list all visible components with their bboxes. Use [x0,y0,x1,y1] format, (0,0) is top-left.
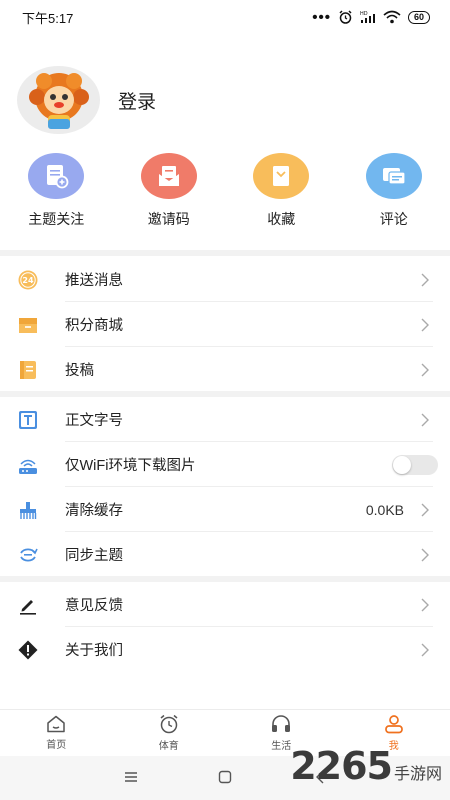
person-icon [384,715,403,734]
battery-icon: 60 [407,10,430,24]
watermark-text: 手游网 [393,766,442,783]
menu-label: 积分商城 [65,318,123,334]
chevron-right-icon [421,548,429,561]
chevron-right-icon [421,643,429,656]
menu-label: 清除缓存 [65,503,123,519]
profile-header[interactable]: 登录 [17,66,156,134]
quick-comments[interactable]: 评论 [338,153,450,229]
watermark-number: 2265 [290,744,393,788]
about-diamond-icon [17,639,39,661]
section-separator [0,250,450,256]
more-dots-icon: ••• [312,8,331,26]
quick-favorites[interactable]: 收藏 [225,153,338,229]
menu-lines-icon[interactable] [124,770,138,784]
tab-label: 生活 [271,741,292,752]
alarm-clock-icon [160,714,178,734]
alarm-status-icon [339,10,352,24]
svg-text:24: 24 [22,276,34,285]
menu-item-push-messages[interactable]: 24 推送消息 [0,257,450,302]
menu-label: 仅WiFi环境下载图片 [65,458,196,474]
tab-label: 体育 [158,741,179,752]
chevron-right-icon [421,318,429,331]
home-icon [47,715,65,733]
menu-label: 投稿 [65,363,94,379]
wifi-status-icon [383,10,401,24]
headphones-icon [272,715,291,732]
favorites-icon [253,153,310,199]
feedback-pen-icon [17,594,39,616]
menu-label: 正文字号 [65,413,123,429]
tab-label: 首页 [46,740,67,751]
submit-article-icon [17,359,39,381]
menu-item-wifi-only-images: 仅WiFi环境下载图片 [0,442,450,487]
menu-label: 意见反馈 [65,598,123,614]
wifi-only-toggle[interactable] [392,454,438,475]
quick-label: 邀请码 [147,211,190,227]
home-square-icon[interactable] [218,770,232,784]
font-size-icon [17,409,39,431]
tab-sports[interactable]: 体育 [113,710,226,756]
menu-label: 关于我们 [65,643,123,659]
push-24-icon: 24 [17,269,39,291]
status-bar: 下午5:17 ••• HD 60 [0,0,450,34]
menu-item-about-us[interactable]: 关于我们 [0,627,450,672]
menu-item-clear-cache[interactable]: 清除缓存 0.0KB [0,487,450,532]
invite-mail-icon [140,153,197,199]
quick-actions: 主题关注 邀请码 收藏 评论 [0,153,450,229]
tab-home[interactable]: 首页 [0,710,113,756]
chevron-right-icon [421,598,429,611]
quick-label: 主题关注 [28,211,85,227]
svg-text:HD: HD [360,11,368,17]
lion-mascot-icon [28,73,89,129]
wifi-router-icon [17,454,39,476]
points-mall-icon [17,314,39,336]
menu-label: 推送消息 [65,273,123,289]
menu-item-points-mall[interactable]: 积分商城 [0,302,450,347]
quick-label: 评论 [379,211,408,227]
menu-item-sync-topics[interactable]: 同步主题 [0,532,450,577]
topic-follow-icon [28,153,85,199]
status-time: 下午5:17 [22,10,74,26]
chevron-right-icon [421,413,429,426]
quick-topic-follow[interactable]: 主题关注 [0,153,113,229]
avatar[interactable] [17,66,100,134]
quick-invite-code[interactable]: 邀请码 [113,153,226,229]
menu-label: 同步主题 [65,548,123,564]
status-icons: ••• HD 60 [312,9,430,26]
clear-cache-icon [17,499,39,521]
quick-label: 收藏 [267,211,296,227]
toggle-knob [393,455,411,474]
chevron-right-icon [421,273,429,286]
site-watermark: 2265 手游网 [290,744,442,788]
cache-size-value: 0.0KB [365,501,404,518]
sync-icon [17,544,39,566]
menu-item-submit-article[interactable]: 投稿 [0,347,450,392]
login-link[interactable]: 登录 [118,87,156,114]
chevron-right-icon [421,503,429,516]
comment-icon [365,153,422,199]
chevron-right-icon [421,363,429,376]
menu-item-font-size[interactable]: 正文字号 [0,397,450,442]
menu-item-feedback[interactable]: 意见反馈 [0,582,450,627]
signal-hd-icon: HD [360,11,375,23]
